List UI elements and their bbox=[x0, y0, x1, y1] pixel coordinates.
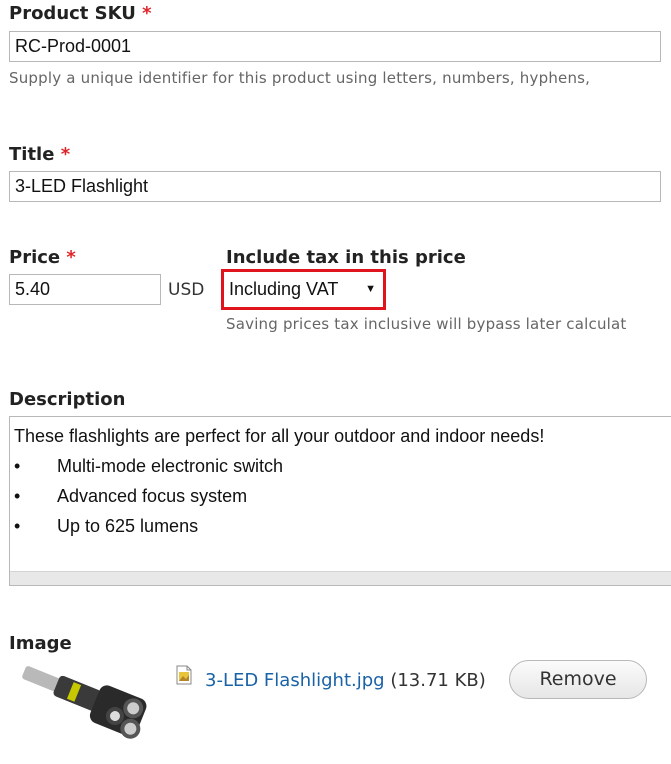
editor-resize-bar[interactable] bbox=[10, 571, 671, 585]
title-input[interactable]: 3-LED Flashlight bbox=[9, 171, 661, 202]
tax-select-value: Including VAT bbox=[229, 279, 339, 299]
image-label: Image bbox=[9, 633, 72, 654]
sku-input[interactable]: RC-Prod-0001 bbox=[9, 31, 661, 62]
tax-help-text: Saving prices tax inclusive will bypass … bbox=[226, 315, 627, 333]
file-size: (13.71 KB) bbox=[390, 670, 486, 691]
price-label-text: Price bbox=[9, 247, 61, 268]
image-file-icon bbox=[176, 665, 192, 685]
file-info: 3-LED Flashlight.jpg (13.71 KB) bbox=[205, 670, 486, 691]
currency-code: USD bbox=[168, 280, 205, 300]
required-marker: * bbox=[60, 144, 71, 165]
sku-help-text: Supply a unique identifier for this prod… bbox=[9, 69, 591, 87]
remove-button[interactable]: Remove bbox=[509, 660, 647, 699]
title-label: Title * bbox=[9, 144, 70, 165]
list-item-text: Advanced focus system bbox=[57, 486, 248, 506]
tax-select[interactable]: Including VAT ▼ bbox=[229, 276, 378, 303]
tax-label: Include tax in this price bbox=[226, 247, 466, 268]
bullet-icon: • bbox=[14, 456, 21, 476]
bullet-icon: • bbox=[14, 516, 21, 536]
list-item-text: Up to 625 lumens bbox=[57, 516, 199, 536]
bullet-icon: • bbox=[14, 486, 21, 506]
price-input[interactable]: 5.40 bbox=[9, 274, 161, 305]
description-label: Description bbox=[9, 389, 126, 410]
title-label-text: Title bbox=[9, 144, 55, 165]
dropdown-arrow-icon: ▼ bbox=[365, 283, 376, 295]
description-editor[interactable]: These flashlights are perfect for all yo… bbox=[9, 416, 671, 586]
price-label: Price * bbox=[9, 247, 76, 268]
sku-label-text: Product SKU bbox=[9, 3, 136, 24]
image-file-link[interactable]: 3-LED Flashlight.jpg bbox=[205, 670, 385, 691]
required-marker: * bbox=[142, 3, 152, 24]
description-intro-text: These flashlights are perfect for all yo… bbox=[14, 426, 545, 446]
tax-select-highlight: Including VAT ▼ bbox=[221, 269, 386, 310]
sku-label: Product SKU * bbox=[9, 3, 152, 24]
list-item-text: Multi-mode electronic switch bbox=[57, 456, 284, 476]
flashlight-thumbnail bbox=[9, 660, 159, 760]
required-marker: * bbox=[66, 247, 76, 268]
